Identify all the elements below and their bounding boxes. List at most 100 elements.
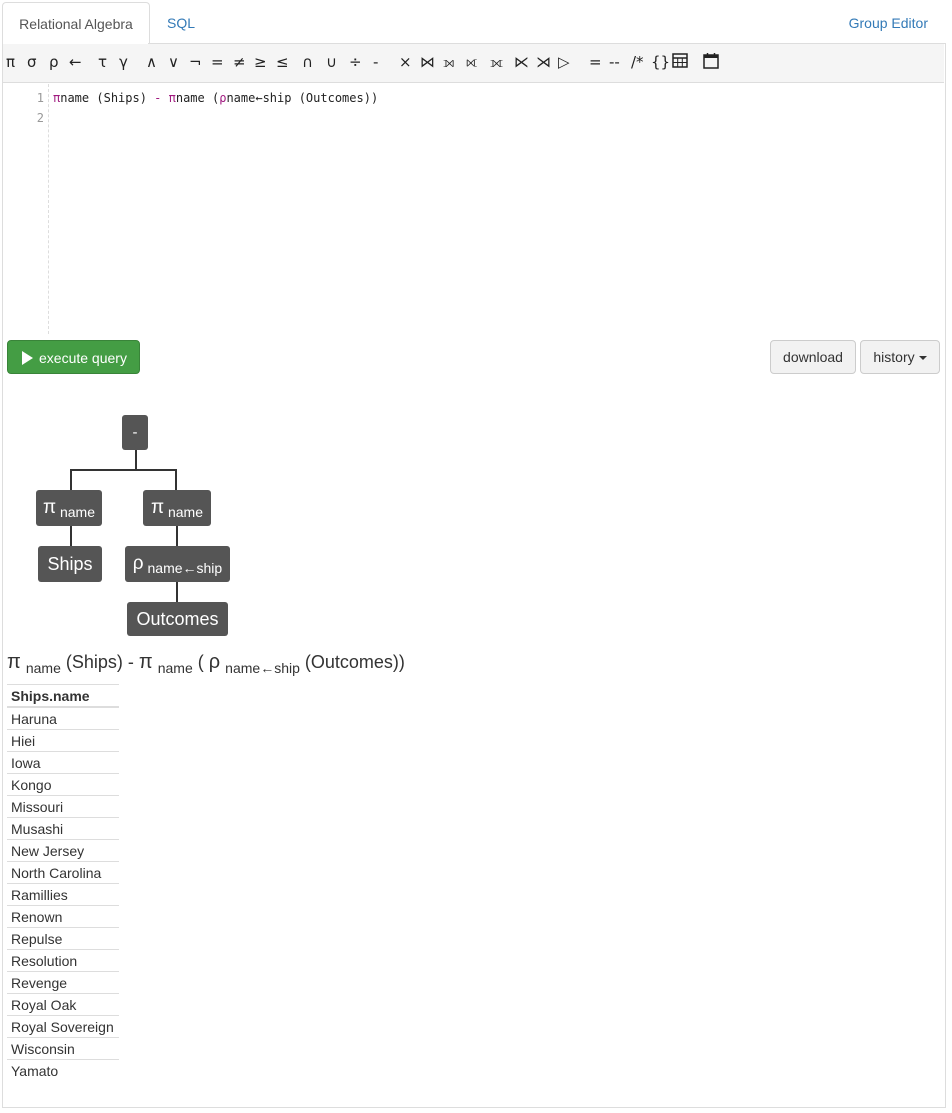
division-button[interactable]: ÷ <box>349 52 362 72</box>
history-label: history <box>873 349 915 365</box>
table-cell: Missouri <box>7 795 119 818</box>
table-row: Ramillies <box>7 883 119 906</box>
projection-attribute: name <box>59 504 96 520</box>
table-row: Revenge <box>7 971 119 994</box>
projection-symbol: π <box>150 497 165 518</box>
projection-attribute: name <box>167 504 204 520</box>
table-icon[interactable] <box>672 53 688 73</box>
table-cell: Ramillies <box>7 883 119 906</box>
table-row: Royal Oak <box>7 993 119 1016</box>
tree-edge <box>175 469 177 491</box>
intersect-button[interactable]: ∩ <box>302 52 313 72</box>
difference-button[interactable]: - <box>373 52 378 72</box>
expression-text: (Outcomes)) <box>304 652 405 672</box>
tree-edge <box>70 469 72 491</box>
code-paren: ( <box>204 91 220 105</box>
table-row: Royal Sovereign <box>7 1015 119 1038</box>
tree-node-projection-left[interactable]: π name <box>36 490 102 526</box>
anti-join-button[interactable]: ▷ <box>558 52 570 72</box>
lte-button[interactable]: ≤ <box>276 52 289 72</box>
code-relation: (Ships) <box>89 91 155 105</box>
code-projection-operator: π <box>161 91 176 105</box>
projection-symbol: π <box>138 651 153 673</box>
cross-product-button[interactable]: × <box>399 52 412 72</box>
natural-join-button[interactable]: ⋈ <box>420 52 435 72</box>
table-cell: Kongo <box>7 773 119 796</box>
expression-text: (Ships) - <box>65 652 139 672</box>
table-cell: Resolution <box>7 949 119 972</box>
tree-node-ships[interactable]: Ships <box>38 546 102 582</box>
tree-node-difference[interactable]: - <box>122 415 148 450</box>
table-row: Resolution <box>7 949 119 972</box>
result-table: Ships.name Haruna Hiei Iowa Kongo Missou… <box>7 684 119 1081</box>
tree-edge <box>135 449 137 470</box>
or-button[interactable]: ∨ <box>168 52 179 72</box>
code-editor[interactable]: 1 2 πname (Ships) - πname (ρname←ship (O… <box>3 84 944 334</box>
braces-button[interactable]: {} <box>651 52 670 72</box>
tab-bar: Relational Algebra SQL Group Editor <box>0 0 952 45</box>
execute-query-label: execute query <box>39 350 127 366</box>
projection-attribute: name <box>157 660 193 676</box>
column-header: Ships.name <box>7 684 119 708</box>
calendar-icon[interactable] <box>703 52 719 74</box>
table-row: Renown <box>7 905 119 928</box>
tree-edge <box>176 581 178 603</box>
projection-symbol: π <box>42 497 57 518</box>
gte-button[interactable]: ≥ <box>254 52 267 72</box>
execute-query-button[interactable]: execute query <box>7 340 140 374</box>
assign-arrow-button[interactable]: ← <box>69 52 82 72</box>
groupby-button[interactable]: γ <box>119 52 128 72</box>
table-row: Repulse <box>7 927 119 950</box>
rename-spec: name←ship <box>147 560 223 576</box>
tree-edge <box>70 525 72 547</box>
line-number: 2 <box>36 111 44 125</box>
orderby-button[interactable]: τ <box>98 52 107 72</box>
block-comment-button[interactable]: /* <box>631 52 644 72</box>
not-button[interactable]: ¬ <box>189 52 202 72</box>
full-outer-join-button[interactable]: ⟗ <box>490 52 503 72</box>
rename-button[interactable]: ρ <box>49 52 59 72</box>
tree-node-projection-right[interactable]: π name <box>143 490 211 526</box>
table-cell: Iowa <box>7 751 119 774</box>
group-editor-link[interactable]: Group Editor <box>849 2 928 44</box>
projection-symbol: π <box>7 651 21 673</box>
history-button[interactable]: history <box>860 340 940 374</box>
caret-down-icon <box>918 356 927 361</box>
table-cell: Wisconsin <box>7 1037 119 1060</box>
query-expression: π name (Ships) - π name ( ρ name←ship (O… <box>7 651 405 676</box>
table-row: Hiei <box>7 729 119 752</box>
left-semi-join-button[interactable]: ⋉ <box>514 52 529 72</box>
union-button[interactable]: ∪ <box>326 52 337 72</box>
code-attribute: name <box>175 91 205 105</box>
table-cell: Royal Oak <box>7 993 119 1016</box>
assignment-button[interactable]: = <box>589 52 602 72</box>
play-icon <box>22 351 33 365</box>
table-cell: Haruna <box>11 710 57 727</box>
table-row: Wisconsin <box>7 1037 119 1060</box>
code-line[interactable]: πname (Ships) - πname (ρname←ship (Outco… <box>53 91 378 105</box>
table-cell: Hiei <box>7 729 119 752</box>
left-outer-join-button[interactable]: ⟕ <box>443 52 454 72</box>
right-outer-join-button[interactable]: ⟖ <box>466 52 477 72</box>
table-cell: North Carolina <box>7 861 119 884</box>
table-cell: Renown <box>7 905 119 928</box>
rename-symbol: ρ <box>132 553 144 574</box>
line-comment-button[interactable]: -- <box>609 52 620 72</box>
tree-node-rename[interactable]: ρ name←ship <box>125 546 230 582</box>
selection-button[interactable]: σ <box>27 52 37 72</box>
expression-text: ( <box>197 652 209 672</box>
tab-sql[interactable]: SQL <box>167 2 195 44</box>
code-relation: (Outcomes)) <box>291 91 379 105</box>
and-button[interactable]: ∧ <box>146 52 157 72</box>
tree-node-outcomes[interactable]: Outcomes <box>127 602 228 636</box>
right-semi-join-button[interactable]: ⋊ <box>536 52 551 72</box>
projection-button[interactable]: π <box>6 52 15 72</box>
tab-relational-algebra[interactable]: Relational Algebra <box>2 2 150 45</box>
not-equal-button[interactable]: ≠ <box>233 52 246 72</box>
download-label: download <box>783 349 843 365</box>
equals-button[interactable]: = <box>211 52 224 72</box>
table-row: Missouri <box>7 795 119 818</box>
download-button[interactable]: download <box>770 340 856 374</box>
table-row: Iowa <box>7 751 119 774</box>
table-row: Haruna <box>7 707 119 730</box>
